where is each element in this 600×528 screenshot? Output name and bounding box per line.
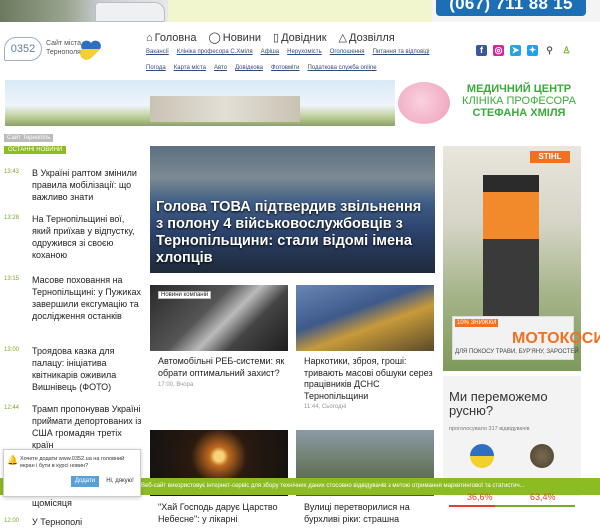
news-title[interactable]: Трамп пропонував Україні приймати депорт… [32, 403, 142, 451]
search-icon[interactable]: ⚲ [544, 45, 555, 56]
poll-percent-2: 63,4% [530, 492, 556, 502]
subnav-link[interactable]: Карта міста [174, 65, 206, 71]
subnav-link[interactable]: Клініка професора С.Хміля [177, 49, 253, 55]
ad-subtext: ДЛЯ ПОКОСУ ТРАВИ, БУР'ЯНУ, ЗАРОСТЕЙ [455, 349, 579, 355]
top-banner-green [168, 0, 432, 22]
news-time: 12:44 [4, 405, 20, 411]
nav-leisure[interactable]: △ Дозвілля [338, 31, 395, 45]
push-deny-button[interactable]: Ні, дякую! [103, 476, 137, 487]
push-allow-button[interactable]: Додати [71, 476, 99, 487]
van-image [95, 2, 165, 22]
news-item[interactable]: щомісяця [4, 497, 144, 509]
featured-news-title[interactable]: Голова ТОВА підтвердив звільнення з поло… [156, 199, 432, 267]
subnav-link[interactable]: Нерухомість [287, 49, 322, 55]
logo[interactable]: 0352 [4, 37, 42, 61]
poll-bar-2 [495, 505, 575, 507]
chat-icon: ◯ [208, 32, 221, 44]
news-card-meta: 17:00, Вчора [158, 382, 194, 388]
news-title[interactable]: Троядова казка для палацу: ініціатива кв… [32, 345, 142, 393]
news-card-meta: 11:44, Сьогодні [304, 404, 347, 410]
subnav-link[interactable]: Оголошення [330, 49, 365, 55]
subnav-link[interactable]: Податкова служба online [307, 65, 376, 71]
news-title[interactable]: щомісяця [32, 497, 142, 509]
poll-votes: проголосувало 317 відвідувачів [449, 426, 530, 432]
tent-icon: △ [338, 32, 348, 44]
telegram-icon[interactable]: ➤ [510, 45, 521, 56]
book-icon: ▯ [273, 32, 280, 44]
home-icon: ⌂ [146, 31, 153, 44]
bell-icon: 🔔 [7, 455, 19, 465]
ukraine-heart-icon [80, 40, 101, 60]
subnav-link[interactable]: Афіша [261, 49, 280, 55]
news-card-title[interactable]: Автомобільні РЕБ-системи: як обрати опти… [158, 356, 296, 379]
ad-headline: МОТОКОСИ [512, 330, 600, 347]
news-time: 13:43 [4, 169, 20, 175]
subnav-link[interactable]: Довідкова [235, 65, 263, 71]
news-title[interactable]: В Україні раптом змінили правила мобіліз… [32, 167, 142, 203]
ad-discount: 10% ЗНИЖКИ [455, 319, 499, 327]
poll-option-ukraine-icon[interactable] [470, 444, 494, 468]
news-time: 13:00 [4, 347, 20, 353]
nav-directory[interactable]: ▯ Довідник [273, 31, 327, 45]
subnav-link[interactable]: Питання та відповіді [373, 49, 430, 55]
poll-question: Ми переможемо русню? [449, 389, 548, 418]
push-prompt-text: Хочете додати www.0352.ua на головний ек… [20, 456, 125, 469]
user-icon[interactable]: ♙ [561, 45, 572, 56]
subnav-link[interactable]: Фотовміти [271, 65, 299, 71]
poll-percent-1: 36,6% [467, 492, 493, 502]
news-item[interactable]: 12:00 У Тернополі [4, 516, 144, 528]
baby-image [398, 82, 450, 124]
news-card-title[interactable]: "Хай Господь дарує Царство Небесне": у л… [158, 502, 296, 525]
nav-home[interactable]: ⌂ Головна [146, 31, 196, 44]
news-time: 13:28 [4, 215, 20, 221]
sub-nav-row-1: Вакансії Клініка професора С.Хміля Афіша… [146, 49, 429, 55]
poll-bar-1 [449, 505, 495, 507]
sub-nav-row-2: Погода Карта міста Авто Довідкова Фотовм… [146, 65, 377, 71]
social-links: f ◎ ➤ ✦ ⚲ ♙ [476, 45, 572, 56]
instagram-icon[interactable]: ◎ [493, 45, 504, 56]
news-card-image[interactable] [296, 285, 434, 351]
nav-news[interactable]: ◯ Новини [208, 31, 261, 45]
news-item[interactable]: 13:00 Троядова казка для палацу: ініціат… [4, 345, 144, 393]
news-item[interactable]: 12:44 Трамп пропонував Україні приймати … [4, 403, 144, 451]
news-title[interactable]: На Тернопільщині вої, який приїхав у від… [32, 213, 142, 261]
twitter-icon[interactable]: ✦ [527, 45, 538, 56]
news-title[interactable]: У Тернополі [32, 516, 142, 528]
main-nav: ⌂ Головна ◯ Новини ▯ Довідник △ Дозвілля [146, 31, 395, 45]
worker-image [483, 175, 539, 317]
latest-news-label: ОСТАННІ НОВИНИ [4, 146, 67, 154]
news-card-title[interactable]: Вулиці перетворилися на бурхливі ріки: с… [304, 502, 442, 525]
news-time [4, 497, 24, 509]
news-time: 12:00 [4, 518, 20, 524]
city-buildings-image [150, 96, 300, 122]
stihl-logo: STIHL [530, 151, 570, 163]
facebook-icon[interactable]: f [476, 45, 487, 56]
subnav-link[interactable]: Авто [214, 65, 227, 71]
clinic-banner-text: МЕДИЧНИЙ ЦЕНТР КЛІНІКА ПРОФЕСОРА СТЕФАНА… [462, 83, 576, 119]
news-item[interactable]: 13:43 В Україні раптом змінили правила м… [4, 167, 144, 203]
news-item[interactable]: 13:28 На Тернопільщині вої, який приїхав… [4, 213, 144, 261]
news-title[interactable]: Масове поховання на Тернопільщині: у Пуж… [32, 274, 142, 322]
subnav-link[interactable]: Погода [146, 65, 166, 71]
category-tag[interactable]: Новини компаній [158, 291, 212, 299]
news-time: 13:15 [4, 276, 20, 282]
poll-option-grave-icon[interactable] [530, 444, 554, 468]
news-item[interactable]: 13:15 Масове поховання на Тернопільщині:… [4, 274, 144, 322]
news-card-title[interactable]: Наркотики, зброя, гроші: тривають масові… [304, 356, 442, 402]
section-label: Сайт Тернопіль [4, 134, 54, 142]
subnav-link[interactable]: Вакансії [146, 49, 169, 55]
phone-number[interactable]: (067) 711 88 15 [436, 0, 586, 14]
